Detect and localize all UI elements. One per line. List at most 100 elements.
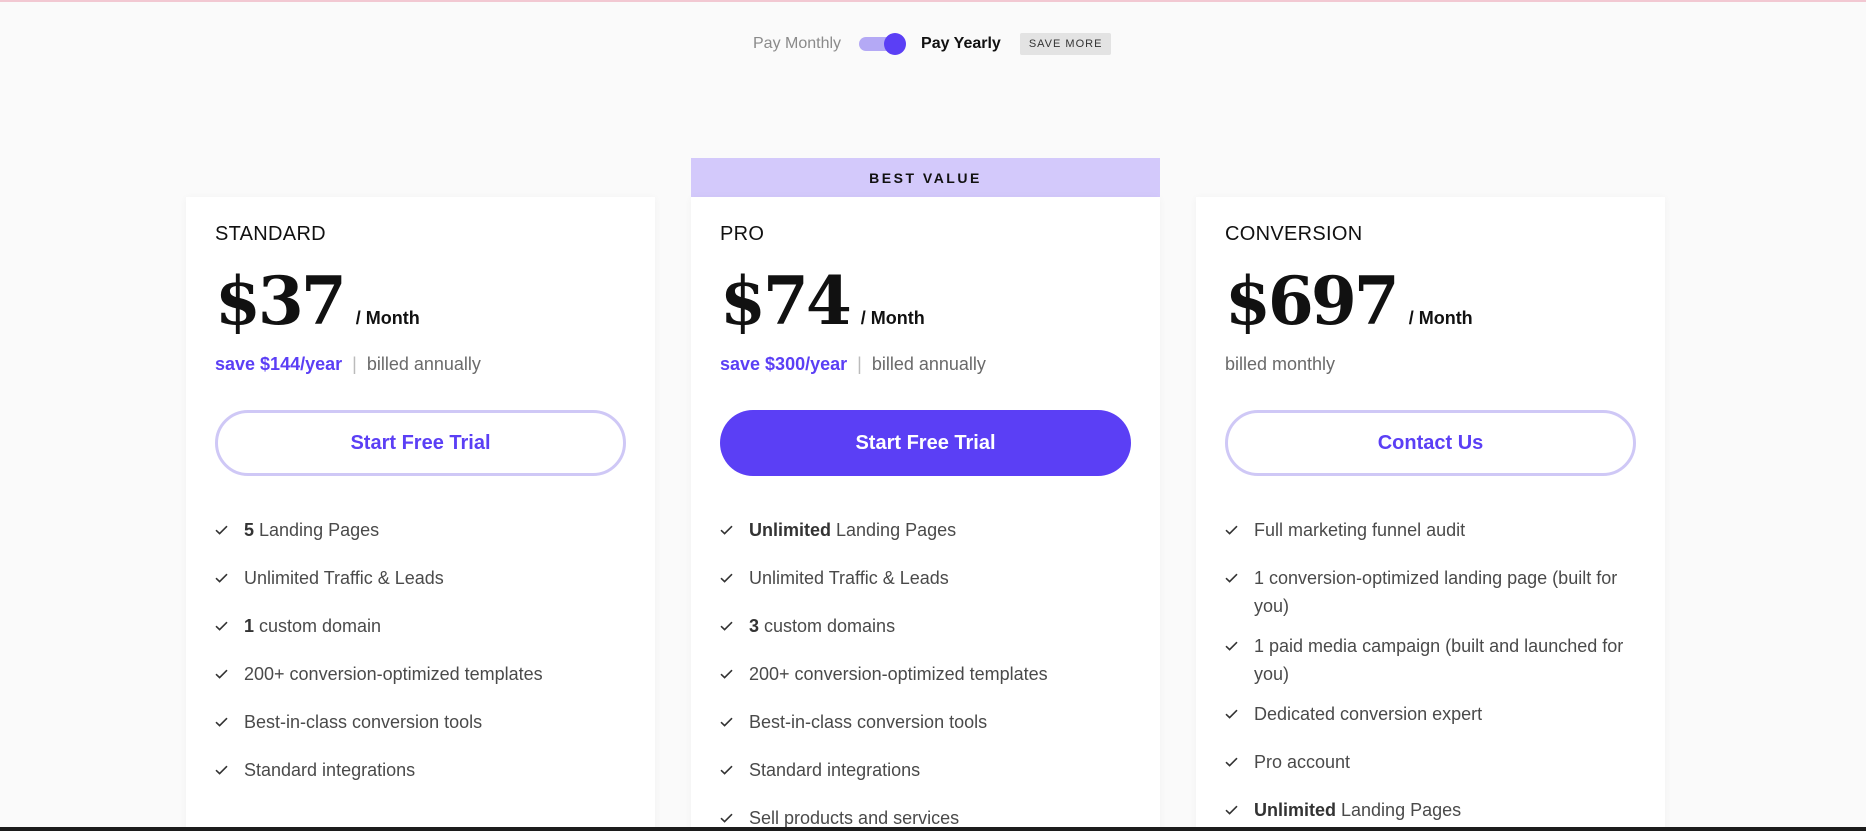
- check-icon: [1225, 700, 1254, 728]
- check-icon: [720, 660, 749, 688]
- feature-text: Standard integrations: [749, 756, 920, 784]
- feature-text: 200+ conversion-optimized templates: [244, 660, 543, 688]
- separator: |: [857, 354, 862, 374]
- price-period: / Month: [355, 308, 420, 328]
- start-free-trial-button[interactable]: Start Free Trial: [215, 410, 626, 476]
- feature-label: Landing Pages: [254, 520, 380, 540]
- feature-item: Unlimited Landing Pages: [720, 516, 1131, 544]
- feature-label: Standard integrations: [244, 760, 416, 780]
- price-period: / Month: [860, 308, 925, 328]
- feature-item: Unlimited Traffic & Leads: [720, 564, 1131, 592]
- price-row: $37 / Month: [215, 268, 420, 334]
- feature-item: 5 Landing Pages: [215, 516, 626, 544]
- feature-label: Dedicated conversion expert: [1254, 704, 1483, 724]
- check-icon: [720, 708, 749, 736]
- feature-text: Unlimited Landing Pages: [1254, 796, 1461, 824]
- feature-text: Unlimited Traffic & Leads: [244, 564, 444, 592]
- feature-label: 200+ conversion-optimized templates: [244, 664, 543, 684]
- billing-info: save $300/year | billed annually: [720, 354, 986, 375]
- feature-list: 5 Landing Pages Unlimited Traffic & Leads…: [215, 516, 626, 804]
- feature-item: 1 conversion-optimized landing page (bui…: [1225, 564, 1636, 620]
- price-row: $697 / Month: [1225, 268, 1473, 334]
- feature-label: Best-in-class conversion tools: [749, 712, 988, 732]
- check-icon: [215, 660, 244, 688]
- plan-price: $697: [1225, 262, 1400, 340]
- price-period: / Month: [1408, 308, 1473, 328]
- billing-switch[interactable]: [859, 33, 907, 55]
- feature-item: 200+ conversion-optimized templates: [215, 660, 626, 688]
- feature-label: Unlimited Traffic & Leads: [244, 568, 444, 588]
- feature-item: Standard integrations: [720, 756, 1131, 784]
- plan-price: $37: [215, 262, 347, 340]
- feature-item: 1 paid media campaign (built and launche…: [1225, 632, 1636, 688]
- check-icon: [215, 516, 244, 544]
- savings-text: save $300/year: [720, 354, 848, 374]
- save-more-badge: SAVE MORE: [1019, 33, 1112, 55]
- check-icon: [215, 708, 244, 736]
- feature-label: custom domains: [759, 616, 896, 636]
- plan-name: PRO: [720, 223, 765, 245]
- plan-card-conversion: CONVERSION $697 / Month billed monthly C…: [1196, 197, 1665, 831]
- pay-yearly-label[interactable]: Pay Yearly: [921, 35, 1001, 53]
- feature-text: Best-in-class conversion tools: [749, 708, 987, 736]
- feature-list: Full marketing funnel audit 1 conversion-…: [1225, 516, 1636, 831]
- feature-text: 200+ conversion-optimized templates: [749, 660, 1048, 688]
- feature-text: Full marketing funnel audit: [1254, 516, 1465, 544]
- feature-label: Standard integrations: [749, 760, 921, 780]
- feature-text: 1 custom domain: [244, 612, 381, 640]
- feature-item: 200+ conversion-optimized templates: [720, 660, 1131, 688]
- check-icon: [215, 756, 244, 784]
- feature-label: 1 conversion-optimized landing page (bui…: [1254, 568, 1618, 616]
- best-value-banner: BEST VALUE: [691, 158, 1160, 197]
- feature-label: 200+ conversion-optimized templates: [749, 664, 1048, 684]
- check-icon: [1225, 564, 1254, 592]
- feature-text: Standard integrations: [244, 756, 415, 784]
- feature-item: Full marketing funnel audit: [1225, 516, 1636, 544]
- feature-item: 1 custom domain: [215, 612, 626, 640]
- feature-highlight: Unlimited: [1254, 800, 1337, 820]
- pay-monthly-label[interactable]: Pay Monthly: [753, 35, 841, 53]
- feature-label: Best-in-class conversion tools: [244, 712, 483, 732]
- feature-label: Full marketing funnel audit: [1254, 520, 1466, 540]
- feature-item: Unlimited Traffic & Leads: [215, 564, 626, 592]
- feature-highlight: 3: [749, 616, 760, 636]
- check-icon: [215, 564, 244, 592]
- billing-toggle: Pay Monthly Pay Yearly SAVE MORE: [753, 30, 1112, 58]
- check-icon: [1225, 796, 1254, 824]
- feature-label: Unlimited Traffic & Leads: [749, 568, 949, 588]
- feature-label: 1 paid media campaign (built and launche…: [1254, 636, 1624, 684]
- feature-text: 1 conversion-optimized landing page (bui…: [1254, 564, 1636, 620]
- feature-label: Sell products and services: [749, 808, 960, 828]
- billing-text: billed monthly: [1225, 354, 1336, 374]
- feature-item: Standard integrations: [215, 756, 626, 784]
- feature-label: custom domain: [254, 616, 382, 636]
- feature-highlight: 5: [244, 520, 255, 540]
- price-row: $74 / Month: [720, 268, 925, 334]
- feature-text: 3 custom domains: [749, 612, 895, 640]
- feature-text: 1 paid media campaign (built and launche…: [1254, 632, 1636, 688]
- feature-label: Pro account: [1254, 752, 1351, 772]
- check-icon: [720, 564, 749, 592]
- feature-label: Landing Pages: [1336, 800, 1462, 820]
- contact-us-button[interactable]: Contact Us: [1225, 410, 1636, 476]
- plan-name: CONVERSION: [1225, 223, 1363, 245]
- feature-item: Pro account: [1225, 748, 1636, 776]
- billing-info: save $144/year | billed annually: [215, 354, 481, 375]
- plan-name: STANDARD: [215, 223, 326, 245]
- check-icon: [215, 612, 244, 640]
- plan-card-pro: PRO $74 / Month save $300/year | billed …: [691, 197, 1160, 831]
- plan-price: $74: [720, 262, 852, 340]
- billing-text: billed annually: [871, 354, 986, 374]
- feature-text: Dedicated conversion expert: [1254, 700, 1482, 728]
- feature-item: Unlimited Landing Pages: [1225, 796, 1636, 824]
- check-icon: [1225, 632, 1254, 660]
- savings-text: save $144/year: [215, 354, 343, 374]
- start-free-trial-button[interactable]: Start Free Trial: [720, 410, 1131, 476]
- feature-highlight: Unlimited: [749, 520, 832, 540]
- feature-text: 5 Landing Pages: [244, 516, 379, 544]
- feature-item: 3 custom domains: [720, 612, 1131, 640]
- bottom-edge-bar: [0, 827, 1866, 831]
- check-icon: [720, 756, 749, 784]
- feature-text: Unlimited Traffic & Leads: [749, 564, 949, 592]
- switch-knob[interactable]: [884, 33, 907, 55]
